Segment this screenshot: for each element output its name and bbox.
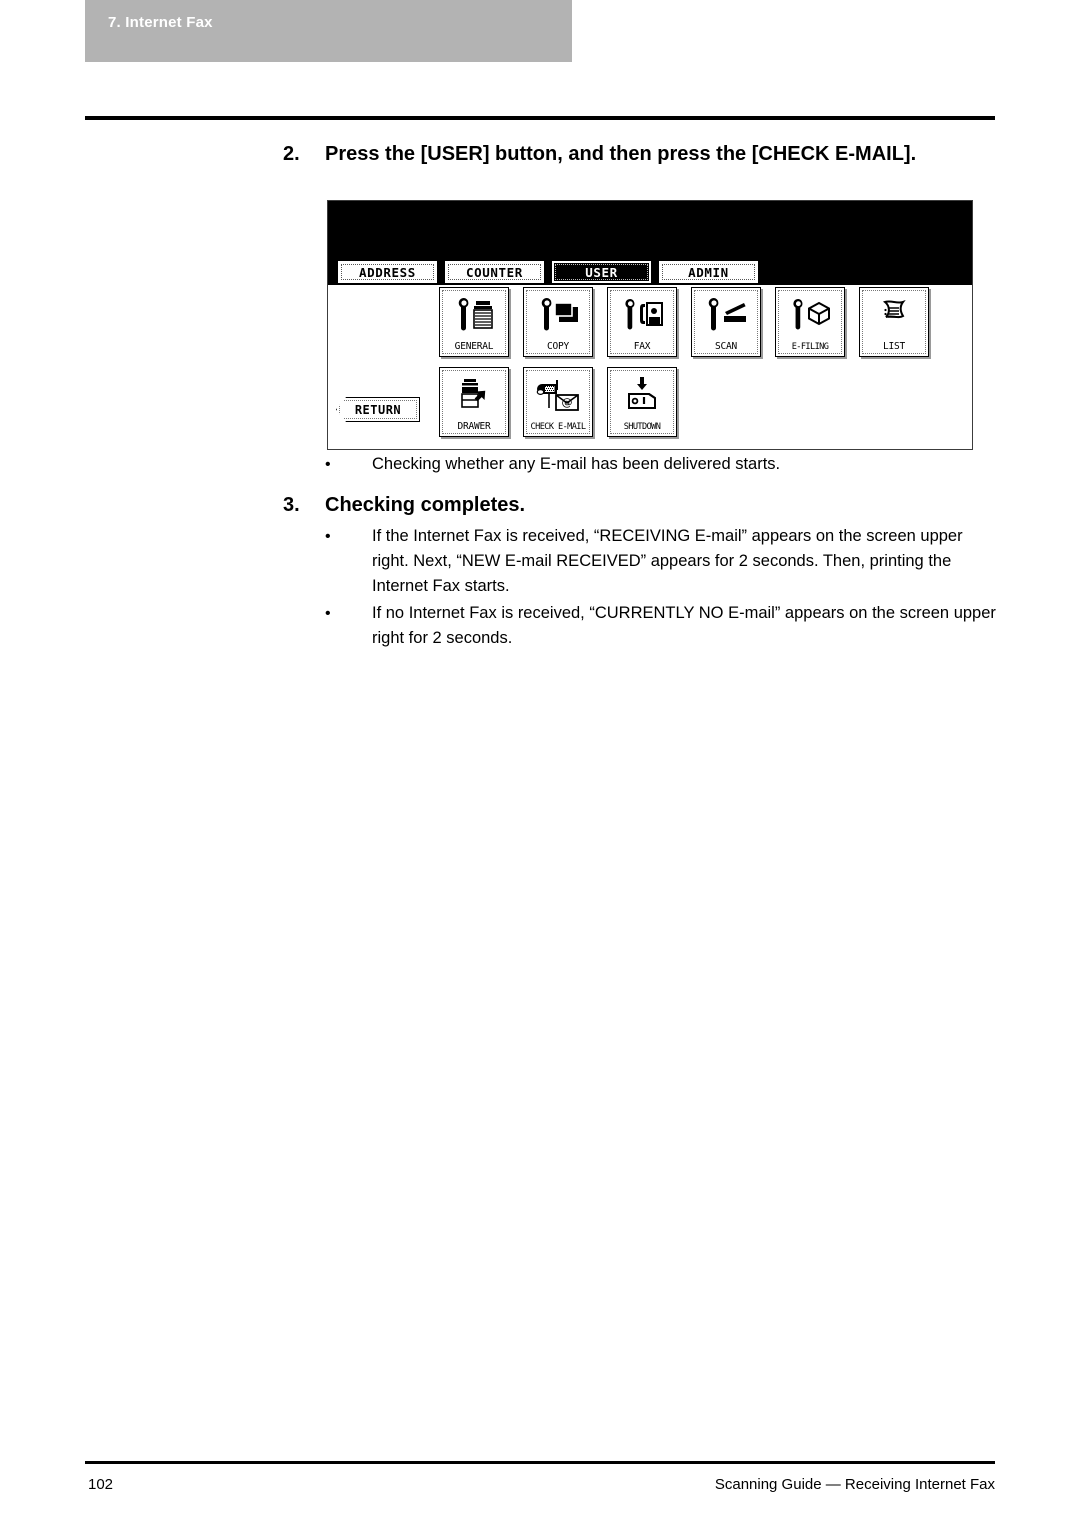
lcd-tab-counter[interactable]: COUNTER: [445, 261, 544, 283]
lcd-button-general-label: GENERAL: [454, 341, 494, 352]
step-3-title: Checking completes.: [325, 494, 526, 516]
lcd-button-fax[interactable]: FAX: [607, 287, 677, 357]
step-3-bullets: • If the Internet Fax is received, “RECE…: [325, 524, 997, 653]
lcd-return-label: RETURN: [354, 402, 402, 417]
footer-divider: [85, 1461, 995, 1464]
bullet-marker: •: [325, 528, 331, 545]
lcd-button-list-label: LIST: [882, 341, 906, 352]
lcd-body: RETURN GENERAL COPY FAX SCAN E-FILING LI…: [328, 285, 972, 451]
list-item: • Checking whether any E-mail has been d…: [325, 452, 995, 477]
lcd-tab-user-label: USER: [585, 264, 618, 280]
lcd-touch-panel-illustration: ADDRESS COUNTER USER ADMIN RETURN GENERA…: [327, 200, 973, 450]
list-item: • If the Internet Fax is received, “RECE…: [325, 524, 997, 599]
lcd-tab-address[interactable]: ADDRESS: [338, 261, 437, 283]
lcd-button-copy[interactable]: COPY: [523, 287, 593, 357]
wrench-box-icon: [776, 294, 844, 334]
list-item-text: If no Internet Fax is received, “CURRENT…: [372, 604, 996, 647]
step-2-bullets: • Checking whether any E-mail has been d…: [325, 452, 995, 479]
list-item: • If no Internet Fax is received, “CURRE…: [325, 601, 997, 651]
lcd-tab-bar: ADDRESS COUNTER USER ADMIN: [338, 261, 758, 283]
lcd-button-row-2: DRAWER @ CHECK E-MAIL SHUTDOWN: [439, 367, 677, 437]
lcd-button-shutdown[interactable]: SHUTDOWN: [607, 367, 677, 437]
step-3: 3. Checking completes.: [283, 492, 995, 519]
footer-guide-title: Scanning Guide — Receiving Internet Fax: [714, 1476, 995, 1493]
lcd-button-drawer[interactable]: DRAWER: [439, 367, 509, 437]
lcd-tab-address-label: ADDRESS: [359, 264, 416, 280]
lcd-button-efiling[interactable]: E-FILING: [775, 287, 845, 357]
list-item-text: Checking whether any E-mail has been del…: [372, 455, 781, 473]
lcd-message-bar: ADDRESS COUNTER USER ADMIN: [328, 201, 972, 285]
wrench-copier-icon: [440, 294, 508, 334]
document-list-icon: [860, 294, 928, 334]
step-3-number: 3.: [283, 494, 300, 516]
lcd-button-check-email[interactable]: @ CHECK E-MAIL: [523, 367, 593, 437]
copier-arrow-icon: [440, 374, 508, 414]
lcd-button-efiling-label: E-FILING: [791, 342, 829, 352]
lcd-button-shutdown-label: SHUTDOWN: [623, 422, 661, 432]
lcd-tab-counter-label: COUNTER: [466, 264, 523, 280]
mailbox-at-envelope-icon: @: [524, 374, 592, 414]
wrench-scanner-icon: [692, 294, 760, 334]
chapter-banner: 7. Internet Fax: [85, 0, 572, 62]
lcd-button-general[interactable]: GENERAL: [439, 287, 509, 357]
wrench-fax-icon: [608, 294, 676, 334]
lcd-button-list[interactable]: LIST: [859, 287, 929, 357]
step-2: 2. Press the [USER] button, and then pre…: [283, 141, 995, 168]
header-divider: [85, 116, 995, 120]
lcd-button-scan[interactable]: SCAN: [691, 287, 761, 357]
svg-text:@: @: [562, 396, 573, 409]
list-item-text: If the Internet Fax is received, “RECEIV…: [372, 527, 963, 595]
lcd-return-button[interactable]: RETURN: [336, 397, 420, 422]
bullet-marker: •: [325, 605, 331, 622]
lcd-tab-user[interactable]: USER: [552, 261, 651, 283]
lcd-button-drawer-label: DRAWER: [457, 421, 491, 432]
lcd-button-copy-label: COPY: [546, 341, 570, 352]
bullet-marker: •: [325, 456, 331, 473]
step-2-title: Press the [USER] button, and then press …: [325, 143, 917, 165]
step-2-number: 2.: [283, 143, 300, 165]
lcd-tab-admin[interactable]: ADMIN: [659, 261, 758, 283]
page-number: 102: [88, 1476, 114, 1493]
lcd-button-check-email-label: CHECK E-MAIL: [530, 422, 586, 432]
lcd-button-fax-label: FAX: [633, 341, 651, 352]
power-switch-down-arrow-icon: [608, 374, 676, 414]
lcd-button-row-1: GENERAL COPY FAX SCAN E-FILING LIST: [439, 287, 929, 357]
wrench-paper-icon: [524, 294, 592, 334]
lcd-tab-admin-label: ADMIN: [688, 264, 729, 280]
chapter-banner-label: 7. Internet Fax: [108, 14, 213, 31]
lcd-button-scan-label: SCAN: [714, 341, 738, 352]
